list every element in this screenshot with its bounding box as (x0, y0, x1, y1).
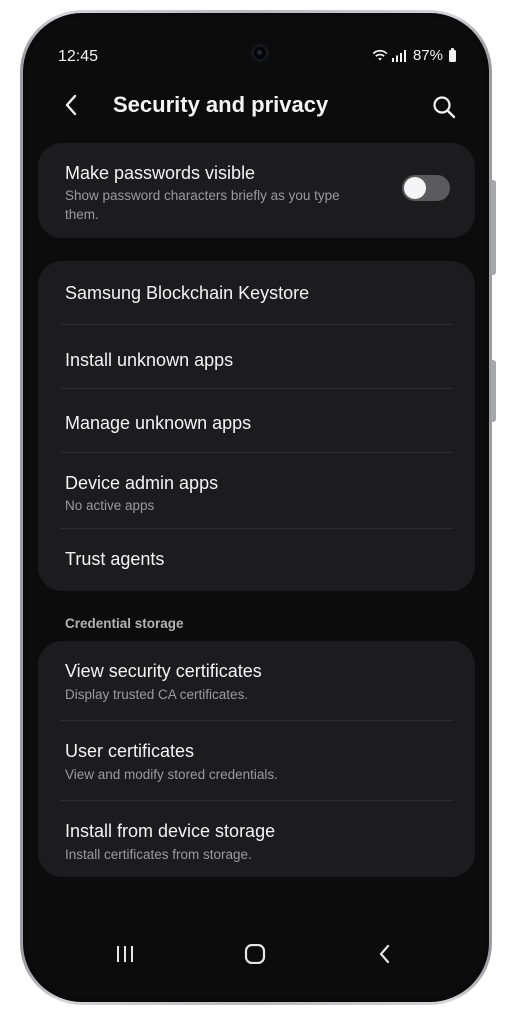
wifi-icon (372, 49, 388, 61)
list-item-title: Device admin apps (65, 473, 219, 493)
home-button[interactable] (233, 937, 277, 971)
list-item-title: Trust agents (65, 549, 165, 569)
status-time: 12:45 (58, 48, 99, 65)
signal-icon (391, 49, 406, 62)
list-item-view-security-certificates[interactable]: View security certificates Display trust… (38, 641, 475, 720)
list-item-title: Install from device storage (65, 821, 276, 841)
list-item-title: Manage unknown apps (65, 413, 252, 433)
chevron-left-icon (65, 94, 77, 116)
list-item-title: View security certificates (65, 661, 262, 681)
nav-back-button[interactable] (363, 937, 407, 971)
list-item-device-admin-apps[interactable]: Device admin apps No active apps (38, 453, 475, 528)
screen: 12:45 87% Security and privacy Make pass… (28, 18, 484, 997)
battery-percent: 87% (412, 47, 443, 64)
front-camera (251, 44, 269, 62)
make-passwords-visible-description: Show password characters briefly as you … (65, 188, 340, 222)
toggle-knob (404, 177, 426, 199)
back-icon (379, 944, 390, 964)
phone-frame: 12:45 87% Security and privacy Make pass… (20, 10, 492, 1005)
power-button (491, 360, 496, 422)
make-passwords-visible-label: Make passwords visible (65, 163, 256, 183)
make-passwords-visible-toggle[interactable] (402, 175, 450, 201)
list-item-user-certificates[interactable]: User certificates View and modify stored… (38, 721, 475, 800)
list-item-samsung-blockchain-keystore[interactable]: Samsung Blockchain Keystore (38, 261, 475, 324)
list-item-title: Install unknown apps (65, 350, 234, 370)
battery-icon (449, 47, 456, 62)
list-item-subtitle: No active apps (65, 498, 155, 513)
search-button[interactable] (429, 92, 459, 122)
apps-settings-card: Samsung Blockchain Keystore Install unkn… (38, 261, 475, 591)
phone-bezel: 12:45 87% Security and privacy Make pass… (23, 13, 489, 1002)
volume-button (491, 180, 496, 275)
list-item-trust-agents[interactable]: Trust agents (38, 529, 475, 591)
navigation-bar (28, 917, 484, 997)
recents-icon (117, 946, 133, 962)
list-item-manage-unknown-apps[interactable]: Manage unknown apps (38, 389, 475, 452)
list-item-title: Samsung Blockchain Keystore (65, 283, 310, 303)
home-icon (244, 944, 266, 964)
list-item-subtitle: View and modify stored credentials. (65, 767, 278, 782)
password-visibility-card[interactable]: Make passwords visible Show password cha… (38, 143, 475, 238)
list-item-subtitle: Display trusted CA certificates. (65, 687, 249, 702)
list-item-install-from-device-storage[interactable]: Install from device storage Install cert… (38, 801, 475, 877)
credential-storage-header: Credential storage (65, 616, 184, 631)
recents-button[interactable] (103, 937, 147, 971)
list-item-title: User certificates (65, 741, 195, 761)
credential-storage-card: View security certificates Display trust… (38, 641, 475, 877)
page-title: Security and privacy (113, 92, 329, 117)
status-icons: 87% (372, 47, 456, 64)
list-item-subtitle: Install certificates from storage. (65, 847, 252, 862)
search-icon (433, 96, 456, 119)
back-button[interactable] (56, 90, 86, 120)
list-item-install-unknown-apps[interactable]: Install unknown apps (38, 325, 475, 388)
